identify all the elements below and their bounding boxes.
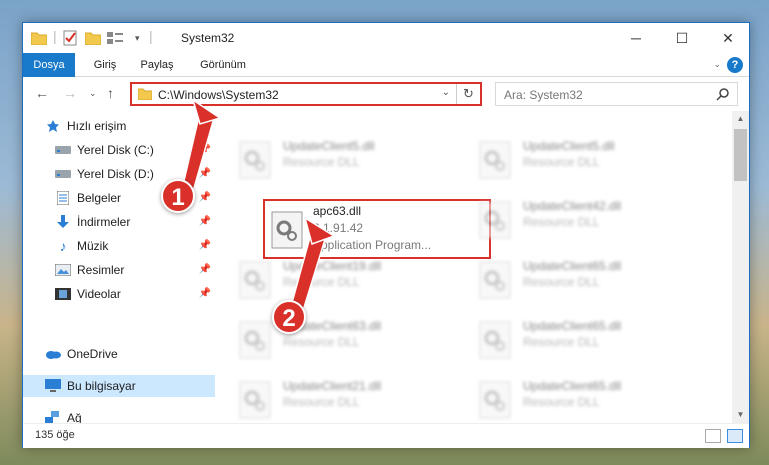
- arrow-head: [191, 98, 222, 125]
- annotation-arrows: [179, 98, 336, 315]
- callout-step-2: 2: [272, 300, 306, 334]
- callout-step-1: 1: [161, 179, 195, 213]
